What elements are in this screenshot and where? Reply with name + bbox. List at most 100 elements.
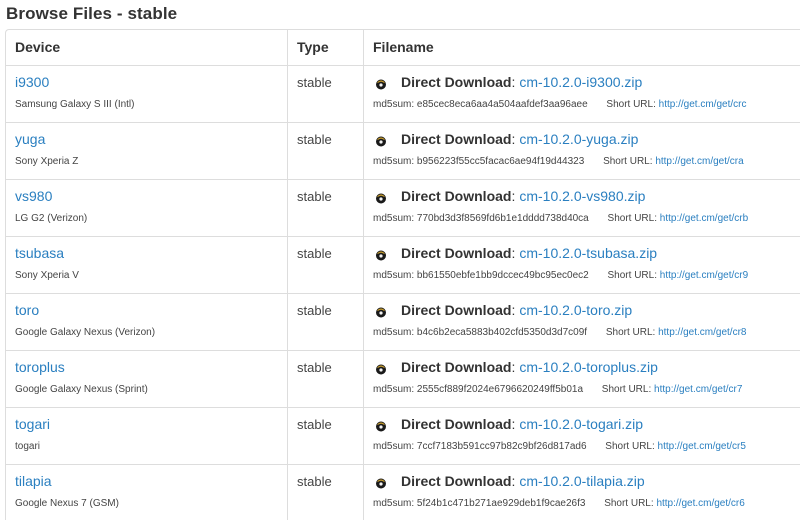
direct-download-line: Direct Download: cm-10.2.0-toroplus.zip [375,359,798,376]
download-file-link[interactable]: cm-10.2.0-toro.zip [519,302,632,319]
table-row: togari togari stable Direct Download: cm… [6,408,800,465]
device-link[interactable]: toroplus [15,359,279,376]
short-url-link[interactable]: http://get.cm/get/cra [655,156,743,167]
filename-cell: Direct Download: cm-10.2.0-tilapia.zip m… [364,465,800,520]
device-cell: tsubasa Sony Xperia V [6,237,288,293]
device-name: Google Nexus 7 (GSM) [15,498,119,509]
md5-label: md5sum: [373,384,415,395]
short-url-link[interactable]: http://get.cm/get/cr5 [658,441,746,452]
device-cell: i9300 Samsung Galaxy S III (Intl) [6,66,288,122]
short-url-label: Short URL: [607,213,657,224]
table-body: i9300 Samsung Galaxy S III (Intl) stable… [6,66,800,520]
direct-download-label: Direct Download [401,74,512,90]
file-meta-line: md5sum: b956223f55cc5facac6ae94f19d44323… [373,156,798,167]
type-value: stable [297,360,332,375]
type-cell: stable [288,237,364,293]
filename-cell: Direct Download: cm-10.2.0-toroplus.zip … [364,351,800,407]
download-file-link[interactable]: cm-10.2.0-tsubasa.zip [519,245,657,262]
md5-label: md5sum: [373,327,415,338]
short-url-link[interactable]: http://get.cm/get/crc [659,99,747,110]
direct-download-colon: : [511,74,516,90]
device-link[interactable]: tilapia [15,473,279,490]
direct-download-line: Direct Download: cm-10.2.0-i9300.zip [375,74,798,91]
cid-head-icon [375,476,387,488]
file-meta-line: md5sum: 7ccf7183b591cc97b82c9bf26d817ad6… [373,441,798,452]
device-cell: vs980 LG G2 (Verizon) [6,180,288,236]
type-value: stable [297,132,332,147]
cid-head-icon [375,362,387,374]
table-row: yuga Sony Xperia Z stable Direct Downloa… [6,123,800,180]
device-link[interactable]: tsubasa [15,245,279,262]
type-value: stable [297,417,332,432]
table-row: vs980 LG G2 (Verizon) stable Direct Down… [6,180,800,237]
file-meta-line: md5sum: bb61550ebfe1bb9dccec49bc95ec0ec2… [373,270,798,281]
short-url-label: Short URL: [601,384,652,395]
download-file-link[interactable]: cm-10.2.0-togari.zip [519,416,643,433]
direct-download-colon: : [511,359,516,375]
md5-label: md5sum: [373,441,415,452]
type-value: stable [297,75,332,90]
device-link[interactable]: toro [15,302,279,319]
download-file-link[interactable]: cm-10.2.0-toroplus.zip [519,359,658,376]
md5-label: md5sum: [373,99,415,110]
short-url-link[interactable]: http://get.cm/get/cr7 [654,384,742,395]
direct-download-colon: : [511,302,516,318]
short-url-link[interactable]: http://get.cm/get/cr8 [658,327,746,338]
cid-head-icon [375,248,387,260]
device-name: Samsung Galaxy S III (Intl) [15,99,135,110]
md5-value: b4c6b2eca5883b402cfd5350d3d7c09f [416,327,588,338]
type-cell: stable [288,180,364,236]
column-header-type: Type [288,30,364,65]
table-row: tsubasa Sony Xperia V stable Direct Down… [6,237,800,294]
table-row: toroplus Google Galaxy Nexus (Sprint) st… [6,351,800,408]
md5-label: md5sum: [373,270,415,281]
download-file-link[interactable]: cm-10.2.0-vs980.zip [519,188,645,205]
md5-value: e85cec8eca6aa4a504aafdef3aa96aee [416,99,588,110]
type-cell: stable [288,408,364,464]
cid-head-icon [375,77,387,89]
table-row: toro Google Galaxy Nexus (Verizon) stabl… [6,294,800,351]
filename-cell: Direct Download: cm-10.2.0-yuga.zip md5s… [364,123,800,179]
short-url-link[interactable]: http://get.cm/get/crb [660,213,748,224]
direct-download-colon: : [511,473,516,489]
type-value: stable [297,474,332,489]
short-url-label: Short URL: [604,498,654,509]
device-link[interactable]: yuga [15,131,279,148]
device-name: Sony Xperia Z [15,156,79,167]
device-link[interactable]: togari [15,416,279,433]
md5-value: bb61550ebfe1bb9dccec49bc95ec0ec2 [416,270,589,281]
filename-cell: Direct Download: cm-10.2.0-vs980.zip md5… [364,180,800,236]
short-url-link[interactable]: http://get.cm/get/cr9 [660,270,748,281]
column-header-filename: Filename [373,39,434,55]
short-url-label: Short URL: [607,270,657,281]
type-cell: stable [288,123,364,179]
file-meta-line: md5sum: 770bd3d3f8569fd6b1e1dddd738d40ca… [373,213,798,224]
download-file-link[interactable]: cm-10.2.0-i9300.zip [519,74,642,91]
device-name: LG G2 (Verizon) [15,213,88,224]
short-url-link[interactable]: http://get.cm/get/cr6 [656,498,744,509]
type-value: stable [297,189,332,204]
device-link[interactable]: i9300 [15,74,279,91]
table-row: i9300 Samsung Galaxy S III (Intl) stable… [6,66,800,123]
files-table: Device Type Filename i9300 Samsung Galax… [5,29,800,520]
md5-value: 5f24b1c471b271ae929deb1f9cae26f3 [416,498,586,509]
device-name: Google Galaxy Nexus (Sprint) [15,384,148,395]
device-link[interactable]: vs980 [15,188,279,205]
short-url-label: Short URL: [603,156,653,167]
md5-value: b956223f55cc5facac6ae94f19d44323 [416,156,585,167]
direct-download-colon: : [511,245,516,261]
direct-download-colon: : [511,188,516,204]
browse-files-page: Browse Files - stable Device Type Filena… [0,0,800,520]
short-url-label: Short URL: [605,327,656,338]
filename-cell: Direct Download: cm-10.2.0-i9300.zip md5… [364,66,800,122]
direct-download-line: Direct Download: cm-10.2.0-yuga.zip [375,131,798,148]
download-file-link[interactable]: cm-10.2.0-tilapia.zip [519,473,644,490]
file-meta-line: md5sum: b4c6b2eca5883b402cfd5350d3d7c09f… [373,327,798,338]
device-cell: yuga Sony Xperia Z [6,123,288,179]
download-file-link[interactable]: cm-10.2.0-yuga.zip [519,131,638,148]
file-meta-line: md5sum: e85cec8eca6aa4a504aafdef3aa96aee… [373,99,798,110]
cid-head-icon [375,134,387,146]
short-url-label: Short URL: [606,99,656,110]
cid-head-icon [375,305,387,317]
device-name: Google Galaxy Nexus (Verizon) [15,327,156,338]
